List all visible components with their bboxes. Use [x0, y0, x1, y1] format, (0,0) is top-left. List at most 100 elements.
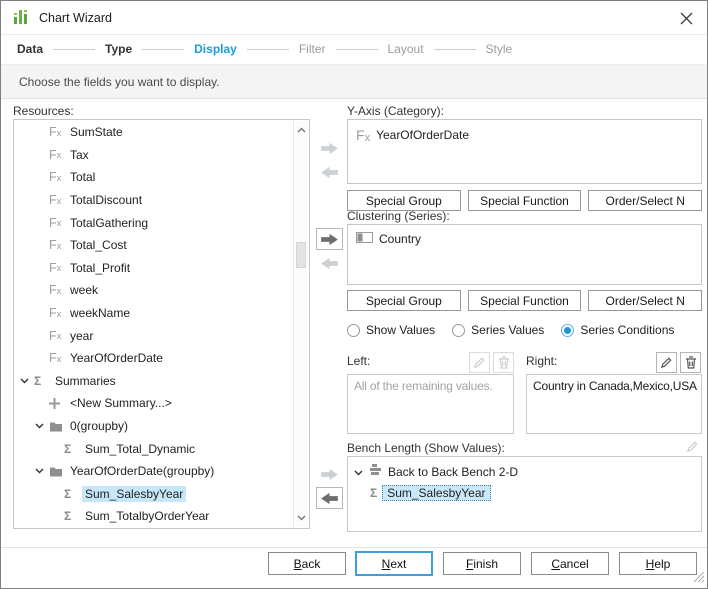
chevron-down-icon[interactable]: [35, 468, 49, 474]
order-select-n-button[interactable]: Order/Select N: [588, 190, 702, 211]
resize-grip-icon[interactable]: [692, 570, 705, 586]
resource-tree-item[interactable]: FxSumState: [14, 121, 293, 144]
close-icon[interactable]: [675, 8, 697, 28]
special-group-button[interactable]: Special Group: [347, 190, 461, 211]
clustering-buttons: Special Group Special Function Order/Sel…: [347, 290, 702, 311]
trash-icon[interactable]: [493, 352, 514, 373]
move-left-yaxis-button[interactable]: [316, 161, 343, 183]
chevron-down-icon[interactable]: [35, 423, 49, 429]
fx-icon: Fx: [49, 148, 67, 162]
fx-icon: Fx: [49, 193, 67, 207]
step-display[interactable]: Display: [194, 42, 237, 56]
tree-item-label: YearOfOrderDate: [67, 350, 166, 366]
special-function-button[interactable]: Special Function: [468, 290, 582, 311]
clustering-field[interactable]: Country: [348, 225, 701, 246]
tree-item-label: TotalGathering: [67, 215, 151, 231]
resource-tree: FxSumStateFxTaxFxTotalFxTotalDiscountFxT…: [14, 121, 293, 527]
radio-series-values[interactable]: Series Values: [452, 323, 544, 337]
bench-root-item[interactable]: Back to Back Bench 2-D: [348, 457, 701, 480]
resource-tree-item[interactable]: Fxyear: [14, 324, 293, 347]
resources-label: Resources:: [13, 104, 74, 118]
plus-icon: [49, 398, 67, 409]
move-right-clustering-button[interactable]: [316, 228, 343, 250]
tree-item-label: TotalDiscount: [67, 192, 145, 208]
resource-tree-item[interactable]: FxweekName: [14, 302, 293, 325]
radio-series-conditions[interactable]: Series Conditions: [561, 323, 674, 337]
move-left-clustering-button[interactable]: [316, 252, 343, 274]
tree-item-label: week: [67, 282, 101, 298]
bench-child-item[interactable]: Σ Sum_SalesbyYear: [348, 480, 701, 501]
next-button[interactable]: Next: [355, 551, 433, 576]
trash-icon[interactable]: [680, 352, 701, 373]
scroll-down-icon[interactable]: [294, 511, 308, 525]
order-select-n-button[interactable]: Order/Select N: [588, 290, 702, 311]
resource-tree-item[interactable]: ΣSum_Total_Dynamic: [14, 437, 293, 460]
subtitle-strip: Choose the fields you want to display.: [1, 64, 707, 99]
step-filter[interactable]: Filter: [299, 42, 326, 56]
resource-tree-item[interactable]: ΣSummaries: [14, 370, 293, 393]
column-icon: [356, 232, 373, 246]
bench-icon: [368, 464, 383, 480]
resource-tree-item[interactable]: 0(groupby): [14, 415, 293, 438]
resource-tree-item[interactable]: FxTotal_Cost: [14, 234, 293, 257]
resource-tree-item[interactable]: FxTotalDiscount: [14, 189, 293, 212]
tree-item-label: SumState: [67, 124, 126, 140]
step-data[interactable]: Data: [17, 42, 43, 56]
scrollbar[interactable]: [293, 121, 308, 527]
edit-icon[interactable]: [469, 352, 490, 373]
edit-icon[interactable]: [682, 436, 703, 457]
right-condition-text: Country in Canada,Mexico,USA: [533, 379, 697, 393]
radio-icon[interactable]: [452, 324, 465, 337]
bench-child-label: Sum_SalesbyYear: [382, 485, 490, 501]
clustering-field-box[interactable]: Country: [347, 224, 702, 285]
yaxis-field[interactable]: Fx YearOfOrderDate: [348, 120, 701, 143]
move-left-bench-button[interactable]: [316, 487, 343, 509]
radio-icon[interactable]: [561, 324, 574, 337]
cancel-button[interactable]: Cancel: [531, 552, 609, 575]
step-style[interactable]: Style: [486, 42, 513, 56]
bench-tree-box[interactable]: Back to Back Bench 2-D Σ Sum_SalesbyYear: [347, 456, 702, 532]
help-button[interactable]: Help: [619, 552, 697, 575]
resource-tree-item[interactable]: FxYearOfOrderDate: [14, 347, 293, 370]
radio-icon[interactable]: [347, 324, 360, 337]
chevron-down-icon[interactable]: [20, 378, 34, 384]
tree-item-label: Summaries: [52, 373, 119, 389]
radio-show-values[interactable]: Show Values: [347, 323, 435, 337]
special-group-button[interactable]: Special Group: [347, 290, 461, 311]
resource-tree-item[interactable]: ΣSum_TotalbyOrderYear: [14, 505, 293, 527]
resource-tree-item[interactable]: YearOfOrderDate(groupby): [14, 460, 293, 483]
folder-icon: [49, 421, 67, 432]
resource-tree-item[interactable]: FxTotalGathering: [14, 211, 293, 234]
resource-tree-item[interactable]: ΣSum_SalesbyYear: [14, 483, 293, 506]
step-type[interactable]: Type: [105, 42, 132, 56]
finish-button[interactable]: Finish: [443, 552, 521, 575]
folder-icon: [49, 466, 67, 477]
fx-icon: Fx: [49, 261, 67, 275]
resource-tree-item[interactable]: FxTotal: [14, 166, 293, 189]
resource-tree-item[interactable]: Fxweek: [14, 279, 293, 302]
tree-item-label: Total: [67, 169, 98, 185]
resource-tree-item[interactable]: FxTotal_Profit: [14, 257, 293, 280]
edit-icon[interactable]: [656, 352, 677, 373]
tree-item-label: year: [67, 328, 96, 344]
step-layout[interactable]: Layout: [388, 42, 424, 56]
scroll-up-icon[interactable]: [294, 123, 308, 137]
scroll-thumb[interactable]: [296, 242, 306, 268]
tree-item-label: <New Summary...>: [67, 395, 175, 411]
yaxis-field-box[interactable]: Fx YearOfOrderDate: [347, 119, 702, 184]
bench-label: Bench Length (Show Values):: [347, 441, 505, 455]
left-condition-tools: [469, 352, 514, 373]
move-right-bench-button[interactable]: [316, 463, 343, 485]
move-right-yaxis-button[interactable]: [316, 137, 343, 159]
chevron-down-icon[interactable]: [354, 465, 363, 479]
back-button[interactable]: Back: [268, 552, 346, 575]
left-condition-box[interactable]: All of the remaining values.: [347, 374, 514, 434]
resources-list[interactable]: FxSumStateFxTaxFxTotalFxTotalDiscountFxT…: [13, 119, 310, 529]
resource-tree-item[interactable]: <New Summary...>: [14, 392, 293, 415]
special-function-button[interactable]: Special Function: [468, 190, 582, 211]
fx-icon: Fx: [49, 125, 67, 139]
resource-tree-item[interactable]: FxTax: [14, 144, 293, 167]
tree-item-label: 0(groupby): [67, 418, 131, 434]
tree-item-label: Total_Profit: [67, 260, 133, 276]
right-condition-box[interactable]: Country in Canada,Mexico,USA: [526, 374, 702, 434]
